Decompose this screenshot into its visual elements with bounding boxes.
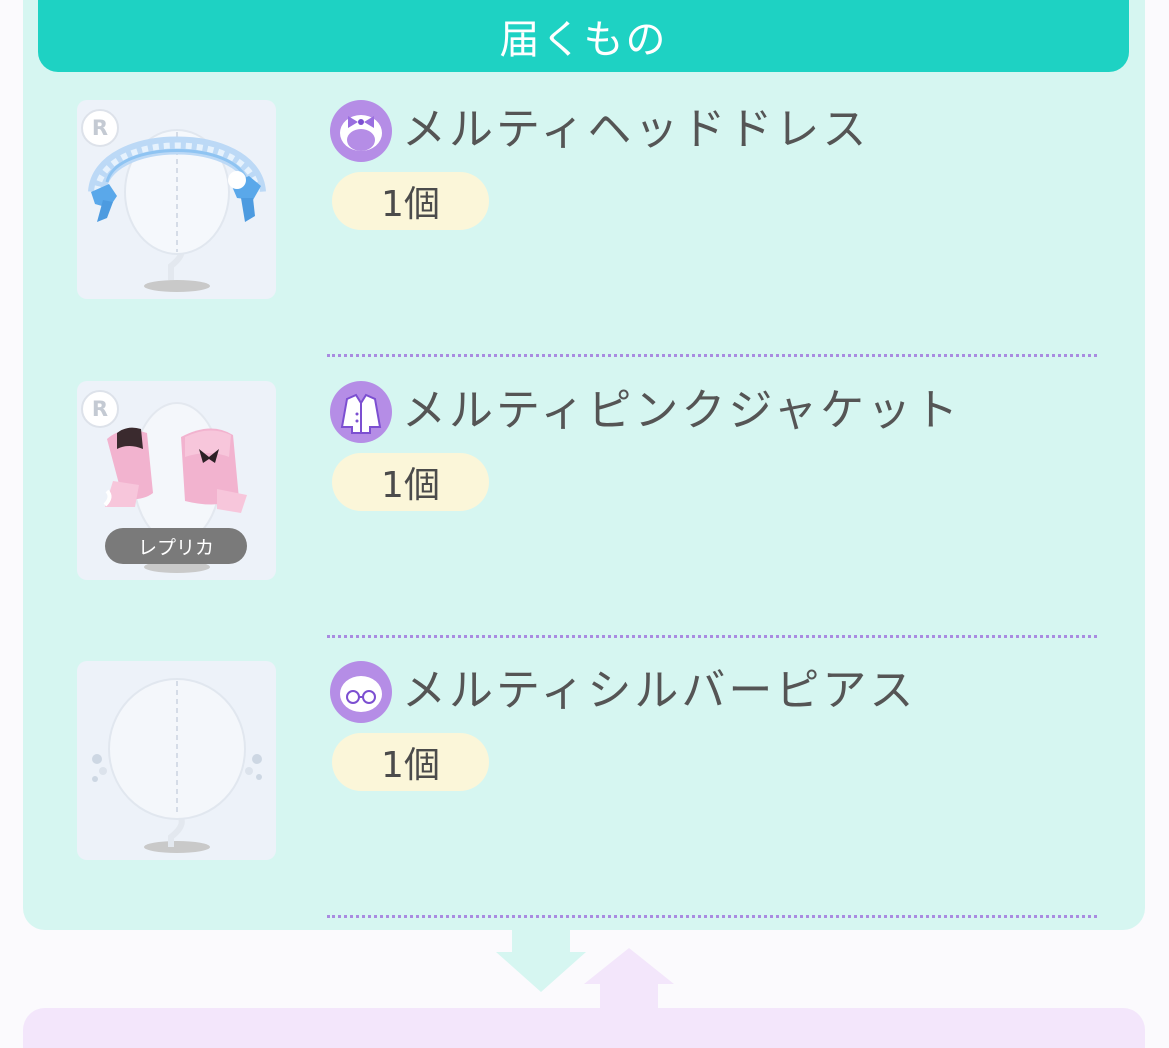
- arrow-up-icon: [584, 948, 674, 1021]
- item-name: メルティピンクジャケット: [402, 385, 962, 436]
- quantity-pill: 1個: [332, 733, 489, 791]
- item-thumbnail: [77, 661, 276, 860]
- section-title: 届くもの: [499, 17, 668, 63]
- rarity-badge: R: [81, 109, 119, 147]
- list-item: R レプリカ メルティピンクジャケット 1個: [0, 381, 1169, 641]
- rarity-badge: R: [81, 390, 119, 428]
- item-name: メルティヘッドドレス: [402, 104, 870, 155]
- divider: [327, 354, 1097, 357]
- arrow-down-icon: [496, 930, 586, 992]
- quantity-pill: 1個: [332, 453, 489, 511]
- divider: [327, 915, 1097, 918]
- list-item: R メルティヘッドドレス 1個: [0, 100, 1169, 360]
- divider: [327, 635, 1097, 638]
- jacket-icon: [330, 381, 392, 443]
- item-name: メルティシルバーピアス: [402, 665, 917, 716]
- replica-badge: レプリカ: [105, 528, 247, 564]
- list-item: メルティシルバーピアス 1個: [0, 661, 1169, 921]
- section-header: 届くもの: [38, 0, 1129, 72]
- glasses-accessory-icon: [330, 661, 392, 723]
- headdress-bow-icon: [330, 100, 392, 162]
- quantity-pill: 1個: [332, 172, 489, 230]
